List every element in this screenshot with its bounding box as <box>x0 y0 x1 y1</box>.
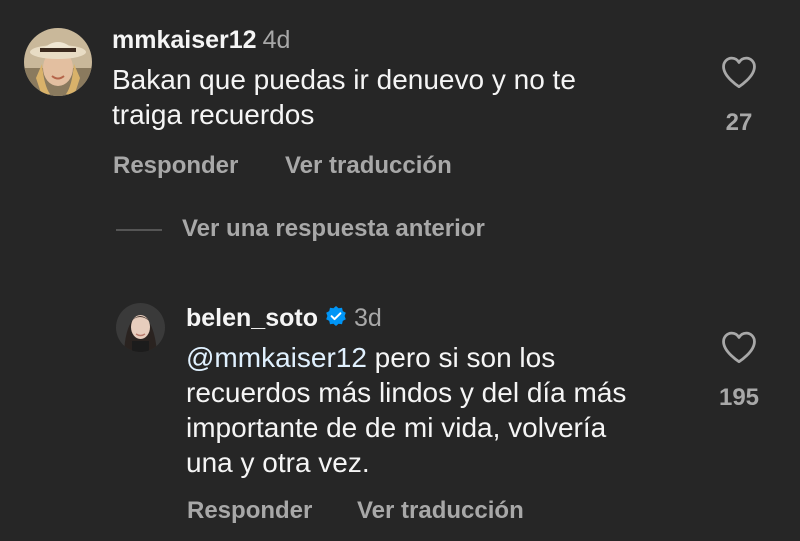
reply-text: @mmkaiser12 pero si son los recuerdos má… <box>186 340 626 480</box>
reply-username[interactable]: belen_soto 3d <box>186 304 382 336</box>
heart-icon[interactable] <box>720 55 758 94</box>
avatar[interactable] <box>116 303 165 352</box>
username-text[interactable]: belen_soto <box>186 304 318 332</box>
reply-text-line: una y otra vez. <box>186 447 370 478</box>
heart-icon[interactable] <box>720 330 758 369</box>
replies-divider <box>116 229 162 231</box>
comment-text-line: traiga recuerdos <box>112 99 315 130</box>
username-text[interactable]: mmkaiser12 <box>112 26 257 54</box>
reply-button[interactable]: Responder <box>113 152 238 180</box>
reply-text-line: recuerdos más lindos y del día más <box>186 377 627 408</box>
reply-text-line: @mmkaiser12 pero si son los <box>186 340 626 375</box>
avatar[interactable] <box>24 28 92 96</box>
translate-button[interactable]: Ver traducción <box>357 497 524 525</box>
reply-button[interactable]: Responder <box>187 497 312 525</box>
reply-text-segment: pero si son los <box>366 342 556 373</box>
like-count: 195 <box>718 384 760 411</box>
reply-text-line: importante de de mi vida, volvería <box>186 412 607 443</box>
comment-text: Bakan que puedas ir denuevo y no te trai… <box>112 62 576 132</box>
timestamp: 3d <box>353 304 382 332</box>
comment-username[interactable]: mmkaiser12 4d <box>112 26 290 55</box>
view-replies-button[interactable]: Ver una respuesta anterior <box>182 215 485 243</box>
mention-link[interactable]: @mmkaiser12 <box>186 342 367 373</box>
comment-text-line: Bakan que puedas ir denuevo y no te <box>112 64 576 95</box>
verified-badge-icon <box>324 305 348 336</box>
like-count: 27 <box>725 109 753 136</box>
translate-button[interactable]: Ver traducción <box>285 152 452 180</box>
timestamp: 4d <box>262 26 291 54</box>
